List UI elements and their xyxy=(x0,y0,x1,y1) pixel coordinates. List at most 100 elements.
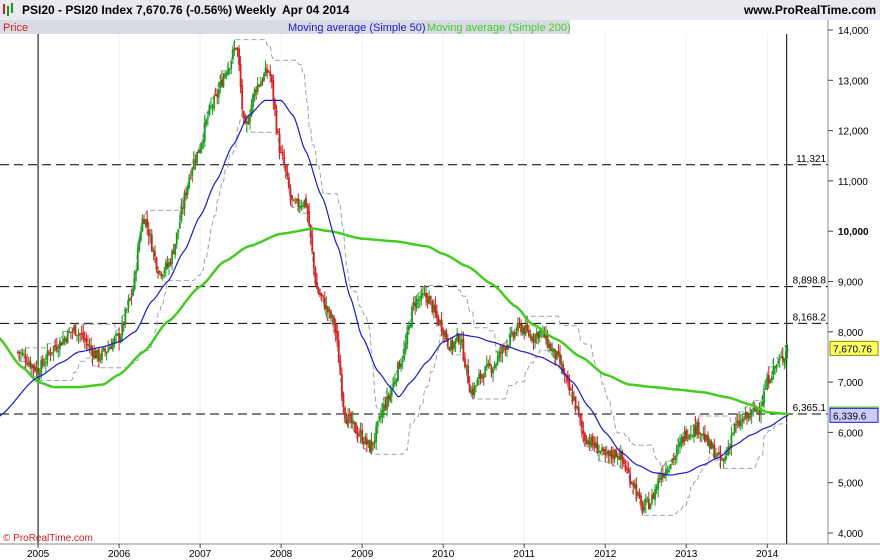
candle-body xyxy=(395,379,398,383)
candle-body xyxy=(277,131,279,134)
candle-body xyxy=(210,105,212,107)
x-tick-label: 2007 xyxy=(189,549,212,560)
candle-body xyxy=(263,74,265,81)
candle-body xyxy=(714,455,717,458)
candle-body xyxy=(437,317,440,326)
candle-body xyxy=(593,443,596,448)
candle-body xyxy=(29,360,32,368)
candle-body xyxy=(202,140,205,144)
candle-body xyxy=(660,475,663,481)
candle-body xyxy=(337,339,340,363)
stock-chart: PSI20 - PSI20 Index 7,670.76 (-0.56%) We… xyxy=(0,0,880,560)
y-tick-label: 8,000 xyxy=(838,328,863,339)
candle-body xyxy=(401,360,404,363)
candle-body xyxy=(231,49,234,60)
y-tick-label: 5,000 xyxy=(838,479,863,490)
candle-body xyxy=(691,435,694,437)
candle-body xyxy=(601,447,603,452)
candle-body xyxy=(468,384,471,393)
candle-body xyxy=(406,331,409,345)
candle-body xyxy=(325,305,328,310)
candle-body xyxy=(397,361,399,381)
y-axis[interactable]: 14,000 13,000 12,000 11,000 10,000 9,000 8,000… xyxy=(828,26,869,540)
candle-body xyxy=(309,224,312,237)
candle-body xyxy=(326,306,329,313)
candle-body xyxy=(404,343,407,351)
candle-body xyxy=(618,456,621,460)
candle-body xyxy=(557,351,560,355)
candle-body xyxy=(493,364,496,369)
candle-body xyxy=(596,443,599,454)
legend-ma50[interactable]: Moving average (Simple 50) xyxy=(288,22,426,34)
candle-body xyxy=(532,339,535,342)
candle-body xyxy=(302,205,304,207)
candle-body xyxy=(622,459,625,464)
candle-body xyxy=(196,152,198,164)
candle-body xyxy=(613,449,616,460)
legend-price[interactable]: Price xyxy=(3,22,28,34)
candle-body xyxy=(26,362,29,365)
candle-body xyxy=(602,449,605,452)
candle-body xyxy=(649,504,652,510)
candle-body xyxy=(675,448,678,457)
y-tick-label: 12,000 xyxy=(838,127,869,138)
candle-body xyxy=(161,274,164,277)
candle-body xyxy=(420,292,423,300)
candle-body xyxy=(752,408,755,410)
candle-body xyxy=(643,506,646,511)
candle-body xyxy=(316,281,318,289)
candle-body xyxy=(369,440,371,452)
candle-body xyxy=(434,304,437,314)
candle-body xyxy=(375,426,378,442)
candle-body xyxy=(174,243,177,255)
candle-body xyxy=(152,249,155,252)
candle-body xyxy=(224,73,226,78)
candle-body xyxy=(479,373,482,379)
candle-body xyxy=(129,297,131,301)
candle-body xyxy=(62,339,64,345)
candle-body xyxy=(616,456,619,458)
candle-body xyxy=(456,332,459,340)
website-label[interactable]: www.ProRealTime.com xyxy=(743,3,876,17)
x-tick-label: 2009 xyxy=(351,549,374,560)
candle-body xyxy=(431,300,434,313)
candle-body xyxy=(207,116,209,119)
candle-body xyxy=(414,303,417,307)
candle-body xyxy=(707,435,709,446)
candle-body xyxy=(186,185,189,195)
candle-body xyxy=(577,406,580,414)
candle-body xyxy=(520,323,522,333)
candle-body xyxy=(49,353,52,355)
candle-body xyxy=(208,105,211,116)
level-label: 8,168.2 xyxy=(793,312,827,323)
candle-body xyxy=(275,109,278,132)
x-axis[interactable]: 2005 2006 2007 2008 2009 2010 2011 2012 2013 2014 xyxy=(27,544,779,560)
candle-body xyxy=(71,331,74,333)
candle-body xyxy=(470,390,473,394)
candle-body xyxy=(236,48,239,50)
legend-ma200[interactable]: Moving average (Simple 200) xyxy=(427,22,571,34)
candle-body xyxy=(584,433,586,441)
candle-body xyxy=(58,340,61,349)
candle-body xyxy=(490,367,493,373)
candle-body xyxy=(758,410,761,413)
candle-body xyxy=(459,343,462,345)
candle-body xyxy=(306,205,309,214)
candle-body xyxy=(487,363,490,366)
candle-body xyxy=(166,263,169,267)
candle-body xyxy=(68,331,71,333)
candle-body xyxy=(635,484,638,496)
candle-body xyxy=(732,432,734,435)
candle-body xyxy=(328,310,331,312)
x-tick-label: 2014 xyxy=(756,549,779,560)
candle-body xyxy=(79,333,82,335)
candle-body xyxy=(700,433,703,435)
price-change: 7,670.76 (-0.56%) xyxy=(136,3,232,17)
candle-body xyxy=(91,349,94,358)
candle-body xyxy=(48,352,50,354)
candle-body xyxy=(495,363,498,367)
candle-body xyxy=(682,436,685,443)
candle-body xyxy=(451,340,454,350)
candle-body xyxy=(227,67,230,75)
candle-body xyxy=(398,363,401,369)
